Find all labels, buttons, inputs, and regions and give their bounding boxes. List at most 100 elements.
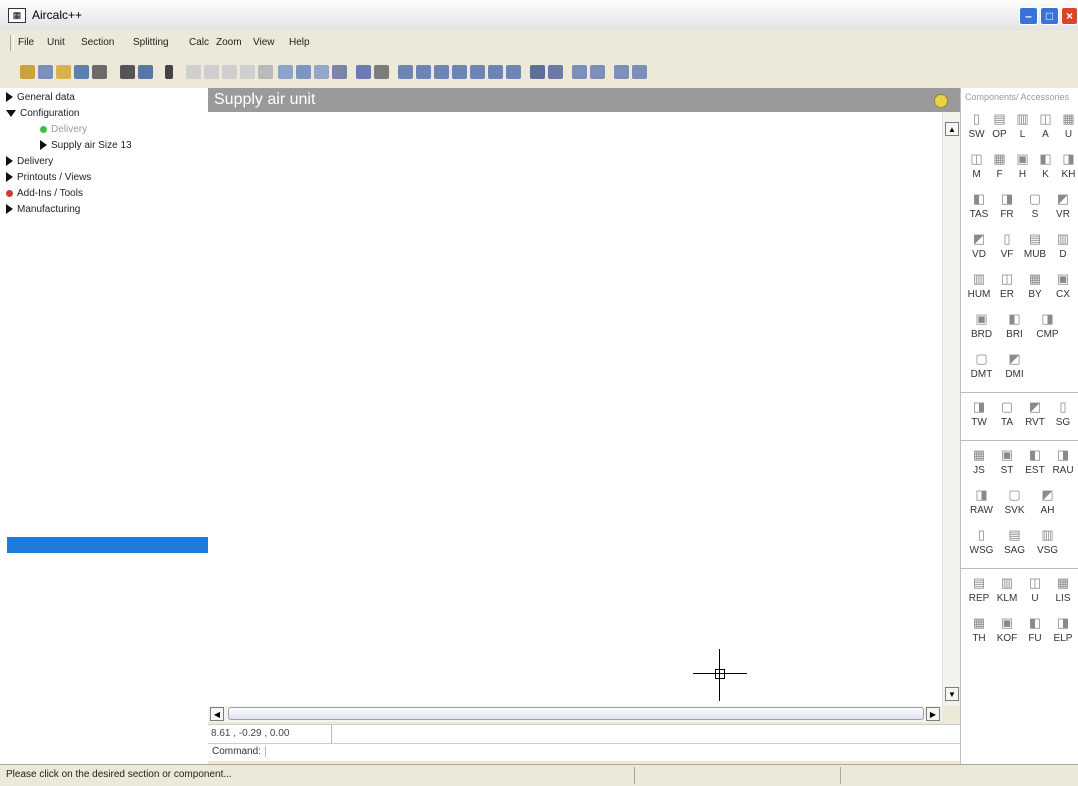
component-rep[interactable]: ▤ REP [965,574,993,614]
horizontal-scroll-thumb[interactable] [228,707,924,720]
component-lis[interactable]: ▦ LIS [1049,574,1077,614]
component-brd[interactable]: ▣ BRD [965,310,998,350]
settings-icon[interactable] [632,65,647,79]
tree-item-delivery-sub[interactable]: Delivery [40,124,87,135]
component-dmt[interactable]: ▢ DMT [965,350,998,390]
component-js[interactable]: ▦ JS [965,446,993,486]
menu-help[interactable]: Help [289,37,310,48]
scale-icon[interactable] [314,65,329,79]
zoom-in-icon[interactable] [452,65,467,79]
component-l[interactable]: ▥ L [1011,110,1034,150]
scroll-left-button[interactable]: ◀ [210,707,224,721]
horizontal-scrollbar[interactable]: ◀ ▶ [208,706,942,722]
component-fr[interactable]: ◨ FR [993,190,1021,230]
component-u[interactable]: ▦ U [1057,110,1078,150]
command-line[interactable]: Command: [208,743,960,761]
menu-view[interactable]: View [253,37,275,48]
new-icon[interactable] [20,65,35,79]
zoom-realtime-icon[interactable] [506,65,521,79]
menu-section[interactable]: Section [81,37,114,48]
component-u[interactable]: ◫ U [1021,574,1049,614]
component-bri[interactable]: ◧ BRI [998,310,1031,350]
save-icon[interactable] [38,65,53,79]
component-er[interactable]: ◫ ER [993,270,1021,310]
split-icon[interactable] [356,65,371,79]
maximize-button[interactable]: □ [1040,7,1059,25]
lock-icon[interactable] [165,65,173,79]
rotate-icon[interactable] [240,65,255,79]
rotate-icon[interactable] [186,65,201,79]
rotate-icon[interactable] [204,65,219,79]
component-svk[interactable]: ▢ SVK [998,486,1031,526]
component-wsg[interactable]: ▯ WSG [965,526,998,566]
component-sw[interactable]: ▯ SW [965,110,988,150]
scroll-right-button[interactable]: ▶ [926,707,940,721]
close-button[interactable]: × [1061,7,1078,25]
edit-icon[interactable] [332,65,347,79]
menu-file[interactable]: File [18,37,34,48]
import-icon[interactable] [92,65,107,79]
rotate-icon[interactable] [222,65,237,79]
doc-icon[interactable] [590,65,605,79]
tree-selection-bar[interactable] [7,537,208,553]
component-tw[interactable]: ◨ TW [965,398,993,438]
book-icon[interactable] [138,65,153,79]
component-est[interactable]: ◧ EST [1021,446,1049,486]
component-h[interactable]: ▣ H [1011,150,1034,190]
component-vd[interactable]: ◩ VD [965,230,993,270]
component-dmi[interactable]: ◩ DMI [998,350,1031,390]
component-vr[interactable]: ◩ VR [1049,190,1077,230]
move-icon[interactable] [296,65,311,79]
calc-icon[interactable] [374,65,389,79]
zoom-extents-icon[interactable] [434,65,449,79]
component-elp[interactable]: ◨ ELP [1049,614,1077,654]
component-rvt[interactable]: ◩ RVT [1021,398,1049,438]
menu-splitting[interactable]: Splitting [133,37,169,48]
component-a[interactable]: ◫ A [1034,110,1057,150]
component-rau[interactable]: ◨ RAU [1049,446,1077,486]
component-d[interactable]: ▥ D [1049,230,1077,270]
minimize-button[interactable]: – [1019,7,1038,25]
component-by[interactable]: ▦ BY [1021,270,1049,310]
report-icon[interactable] [614,65,629,79]
tree-item-delivery[interactable]: Delivery [6,156,53,167]
pin-icon[interactable] [934,94,948,108]
print-icon[interactable] [120,65,135,79]
tree-item-addins[interactable]: Add-Ins / Tools [6,188,83,199]
select-icon[interactable] [278,65,293,79]
filter-icon[interactable] [258,65,273,79]
open-icon[interactable] [56,65,71,79]
component-cmp[interactable]: ◨ CMP [1031,310,1064,350]
component-tas[interactable]: ◧ TAS [965,190,993,230]
component-kof[interactable]: ▣ KOF [993,614,1021,654]
component-raw[interactable]: ◨ RAW [965,486,998,526]
component-th[interactable]: ▦ TH [965,614,993,654]
tree-item-supply-air[interactable]: Supply air Size 13 [40,140,132,151]
tree-item-general-data[interactable]: General data [6,92,75,103]
component-ta[interactable]: ▢ TA [993,398,1021,438]
component-f[interactable]: ▦ F [988,150,1011,190]
component-kh[interactable]: ◨ KH [1057,150,1078,190]
measure-icon[interactable] [548,65,563,79]
zoom-window-icon[interactable] [398,65,413,79]
component-k[interactable]: ◧ K [1034,150,1057,190]
component-cx[interactable]: ▣ CX [1049,270,1077,310]
component-vsg[interactable]: ▥ VSG [1031,526,1064,566]
scroll-up-button[interactable]: ▲ [945,122,959,136]
component-hum[interactable]: ▥ HUM [965,270,993,310]
tree-item-manufacturing[interactable]: Manufacturing [6,204,80,215]
component-op[interactable]: ▤ OP [988,110,1011,150]
component-fu[interactable]: ◧ FU [1021,614,1049,654]
zoom-prev-icon[interactable] [488,65,503,79]
component-vf[interactable]: ▯ VF [993,230,1021,270]
component-st[interactable]: ▣ ST [993,446,1021,486]
component-mub[interactable]: ▤ MUB [1021,230,1049,270]
component-sag[interactable]: ▤ SAG [998,526,1031,566]
vertical-scrollbar[interactable]: ▲ ▼ [942,112,961,706]
menu-zoom[interactable]: Zoom [216,37,242,48]
layer-icon[interactable] [572,65,587,79]
menu-calc[interactable]: Calc [189,37,209,48]
tree-item-printouts[interactable]: Printouts / Views [6,172,91,183]
menu-unit[interactable]: Unit [47,37,65,48]
zoom-all-icon[interactable] [416,65,431,79]
